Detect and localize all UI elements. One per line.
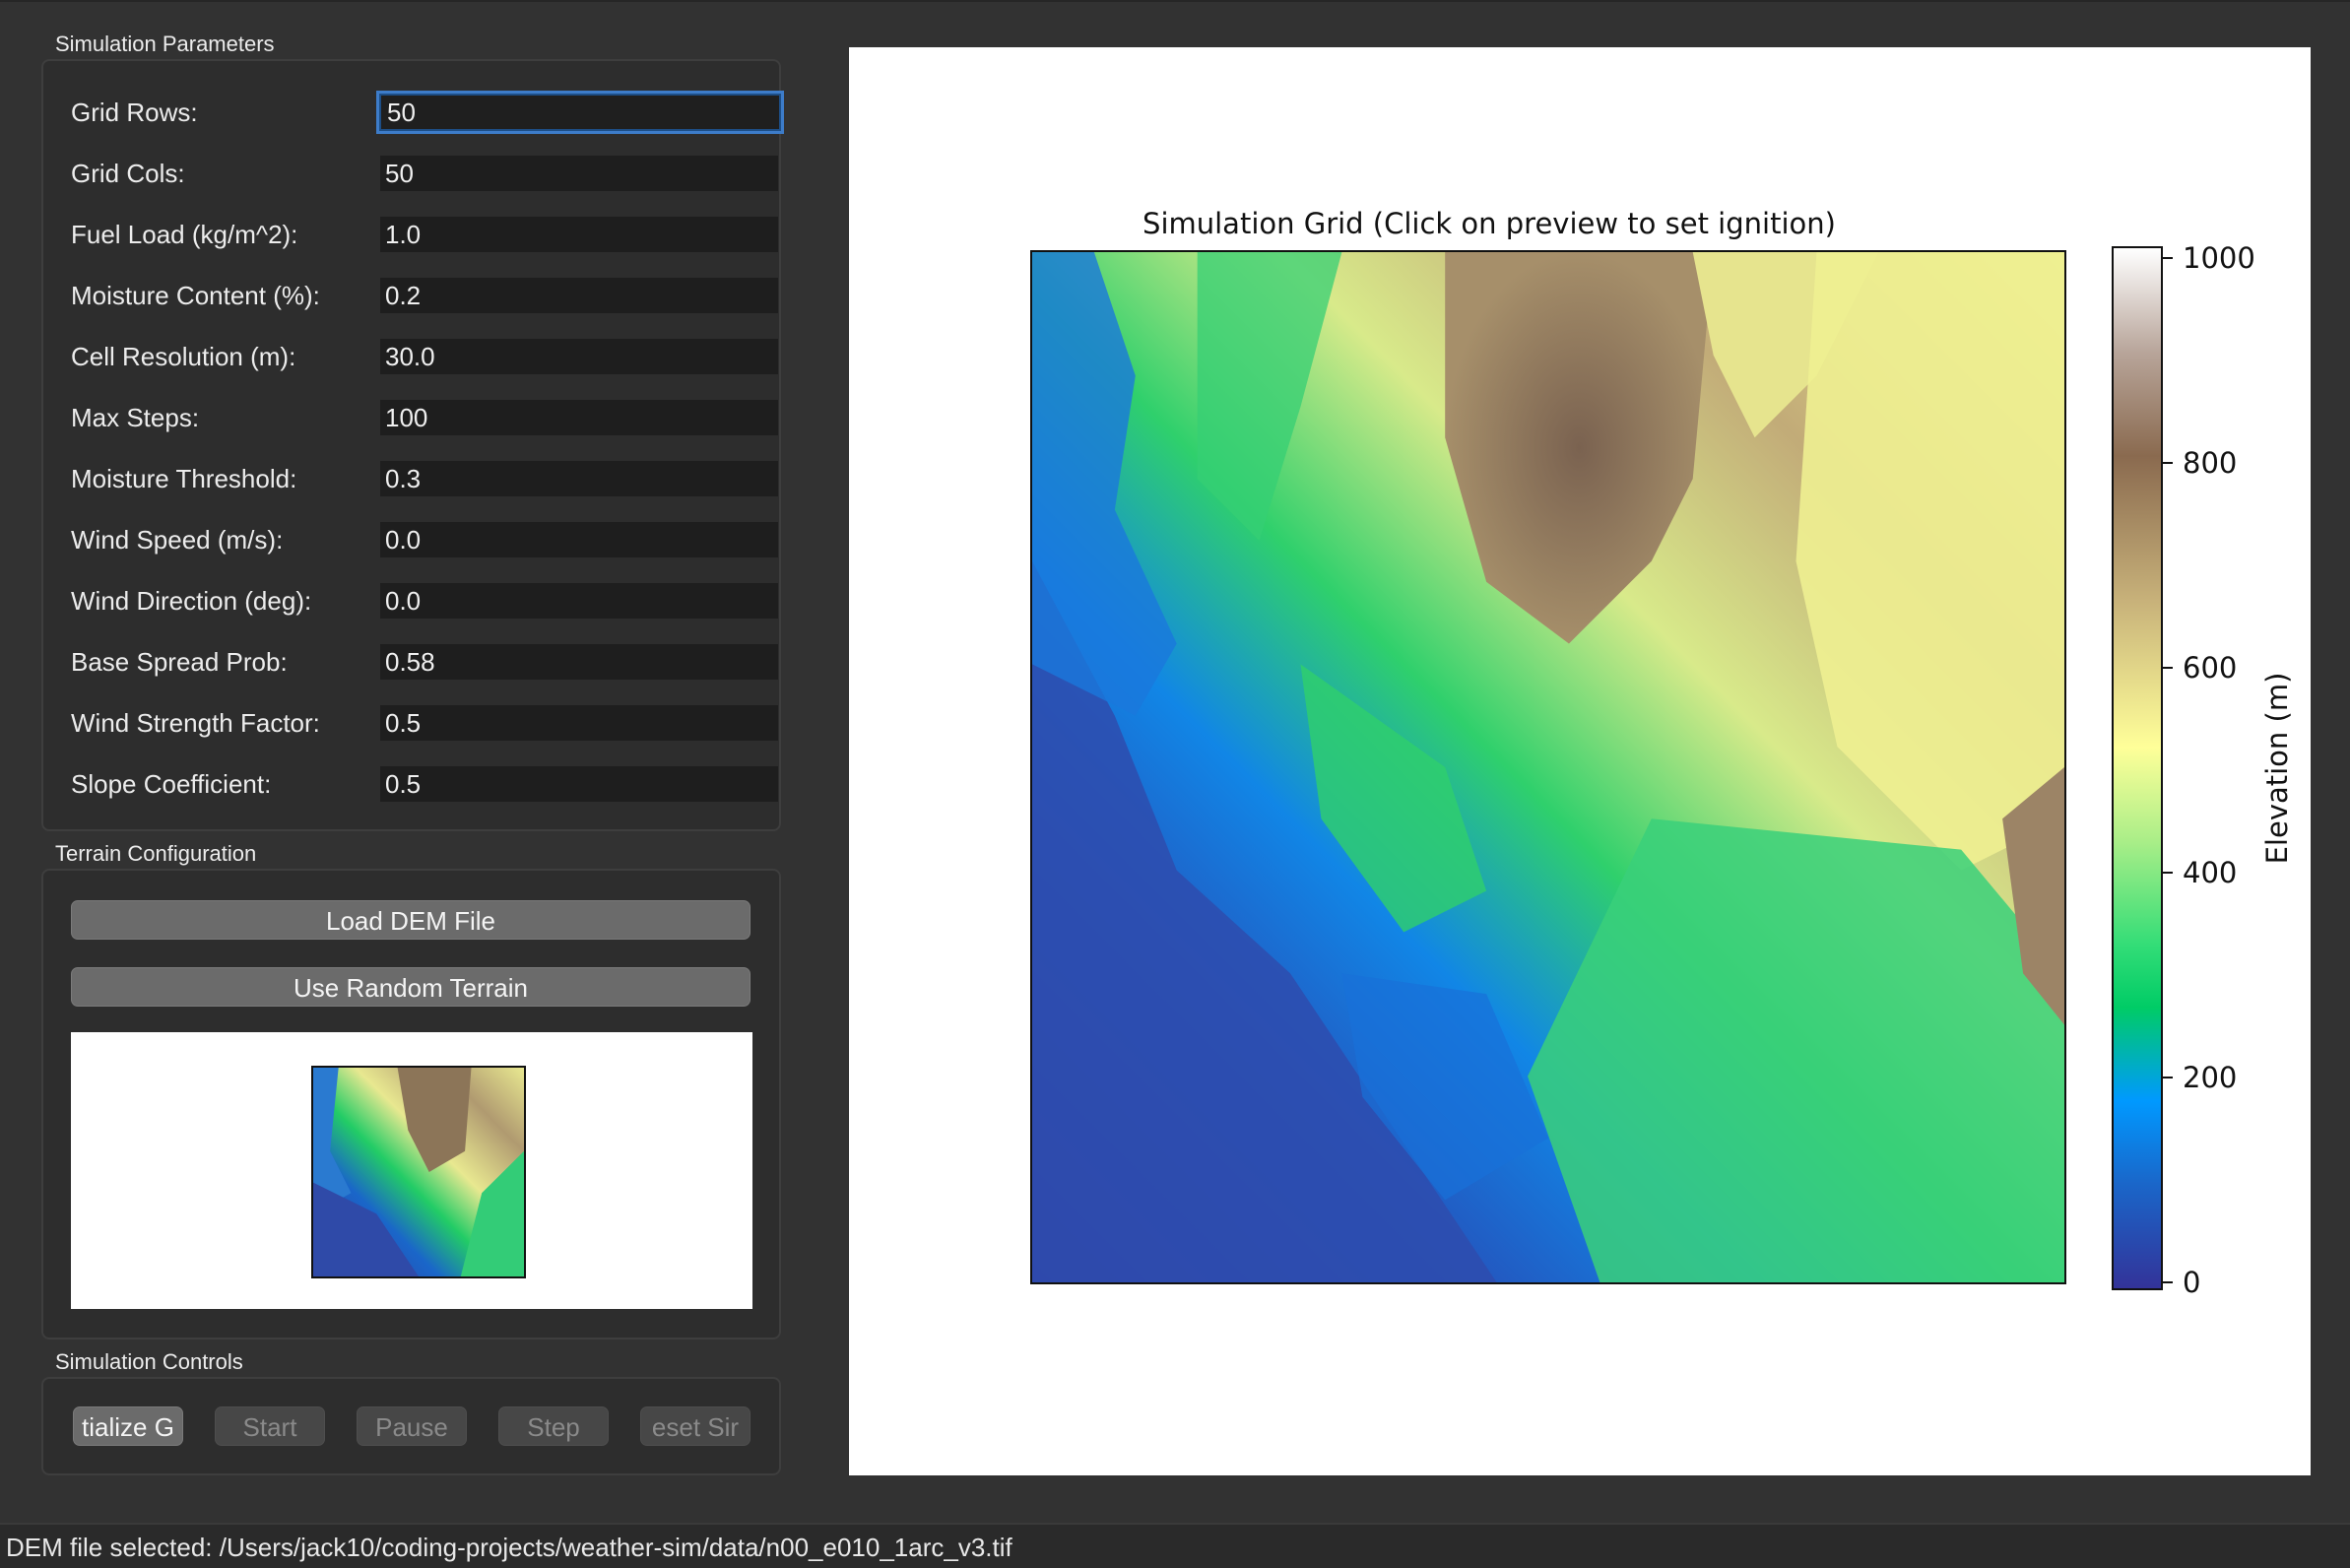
param-label: Grid Cols: (71, 159, 185, 188)
param-label: Max Steps: (71, 403, 200, 432)
base-spread-prob-input[interactable] (380, 644, 778, 680)
param-row-base-spread-prob: Base Spread Prob: (71, 644, 778, 680)
colorbar-tick-label: 400 (2183, 856, 2238, 889)
param-row-wind-speed: Wind Speed (m/s): (71, 522, 778, 557)
param-label: Grid Rows: (71, 98, 198, 127)
param-row-cell-resolution: Cell Resolution (m): (71, 339, 778, 374)
param-row-grid-rows: Grid Rows: (71, 91, 784, 134)
wind-direction-input[interactable] (380, 583, 778, 619)
elevation-map[interactable] (1030, 250, 2066, 1284)
param-row-slope-coefficient: Slope Coefficient: (71, 766, 778, 802)
grid-cols-input[interactable] (380, 156, 778, 191)
preview-terrain-image (313, 1068, 524, 1276)
window-top-border (0, 0, 2350, 2)
random-terrain-button[interactable]: Use Random Terrain (71, 967, 751, 1007)
wind-speed-input[interactable] (380, 522, 778, 557)
status-text: DEM file selected: /Users/jack10/coding-… (6, 1533, 1012, 1562)
wind-strength-factor-input[interactable] (380, 705, 778, 741)
colorbar-tick-label: 200 (2183, 1061, 2238, 1094)
param-label: Cell Resolution (m): (71, 342, 296, 371)
param-row-grid-cols: Grid Cols: (71, 156, 778, 191)
param-row-moisture-content: Moisture Content (%): (71, 278, 778, 313)
controls-group: tialize G Start Pause Step eset Sir (41, 1377, 781, 1475)
terrain-preview[interactable] (71, 1032, 752, 1309)
param-label: Wind Strength Factor: (71, 708, 320, 738)
colorbar-tick (2163, 257, 2173, 259)
param-label: Fuel Load (kg/m^2): (71, 220, 298, 249)
load-dem-button[interactable]: Load DEM File (71, 900, 751, 940)
param-label: Base Spread Prob: (71, 647, 288, 677)
preview-elevation-map[interactable] (311, 1066, 526, 1278)
moisture-content-input[interactable] (380, 278, 778, 313)
colorbar-tick-label: 0 (2183, 1266, 2201, 1299)
colorbar-axis-label: Elevation (m) (2260, 672, 2294, 865)
colorbar-tick (2163, 1281, 2173, 1283)
start-button[interactable]: Start (215, 1406, 325, 1446)
param-row-fuel-load: Fuel Load (kg/m^2): (71, 217, 778, 252)
max-steps-input[interactable] (380, 400, 778, 435)
controls-group-title: Simulation Controls (55, 1349, 243, 1374)
param-row-wind-strength-factor: Wind Strength Factor: (71, 705, 778, 741)
colorbar-tick (2163, 462, 2173, 464)
status-bar: DEM file selected: /Users/jack10/coding-… (0, 1523, 2350, 1568)
plot-title: Simulation Grid (Click on preview to set… (1142, 207, 1836, 240)
step-button[interactable]: Step (498, 1406, 609, 1446)
colorbar-tick (2163, 872, 2173, 874)
param-label: Moisture Content (%): (71, 281, 320, 310)
moisture-threshold-input[interactable] (380, 461, 778, 496)
fuel-load-input[interactable] (380, 217, 778, 252)
params-group: Grid Rows: Grid Cols: Fuel Load (kg/m^2)… (41, 59, 784, 831)
colorbar-tick-label: 800 (2183, 446, 2238, 480)
elevation-colorbar (2112, 246, 2163, 1290)
slope-coefficient-input[interactable] (380, 766, 778, 802)
grid-rows-input[interactable] (376, 91, 784, 134)
param-label: Wind Speed (m/s): (71, 525, 284, 555)
params-group-title: Simulation Parameters (55, 32, 275, 56)
colorbar-tick-label: 1000 (2183, 241, 2255, 275)
terrain-group: Load DEM File Use Random Terrain (41, 869, 781, 1339)
param-label: Slope Coefficient: (71, 769, 272, 799)
colorbar-tick-label: 600 (2183, 651, 2238, 685)
param-row-max-steps: Max Steps: (71, 400, 778, 435)
terrain-image (1032, 252, 2064, 1282)
terrain-group-title: Terrain Configuration (55, 841, 257, 866)
plot-canvas: Simulation Grid (Click on preview to set… (849, 47, 2311, 1475)
initialize-grid-button[interactable]: tialize G (73, 1406, 183, 1446)
param-row-moisture-threshold: Moisture Threshold: (71, 461, 778, 496)
cell-resolution-input[interactable] (380, 339, 778, 374)
colorbar-tick (2163, 667, 2173, 669)
colorbar-tick (2163, 1077, 2173, 1078)
reset-simulation-button[interactable]: eset Sir (640, 1406, 751, 1446)
param-label: Moisture Threshold: (71, 464, 297, 493)
param-label: Wind Direction (deg): (71, 586, 312, 616)
param-row-wind-direction: Wind Direction (deg): (71, 583, 778, 619)
pause-button[interactable]: Pause (357, 1406, 467, 1446)
